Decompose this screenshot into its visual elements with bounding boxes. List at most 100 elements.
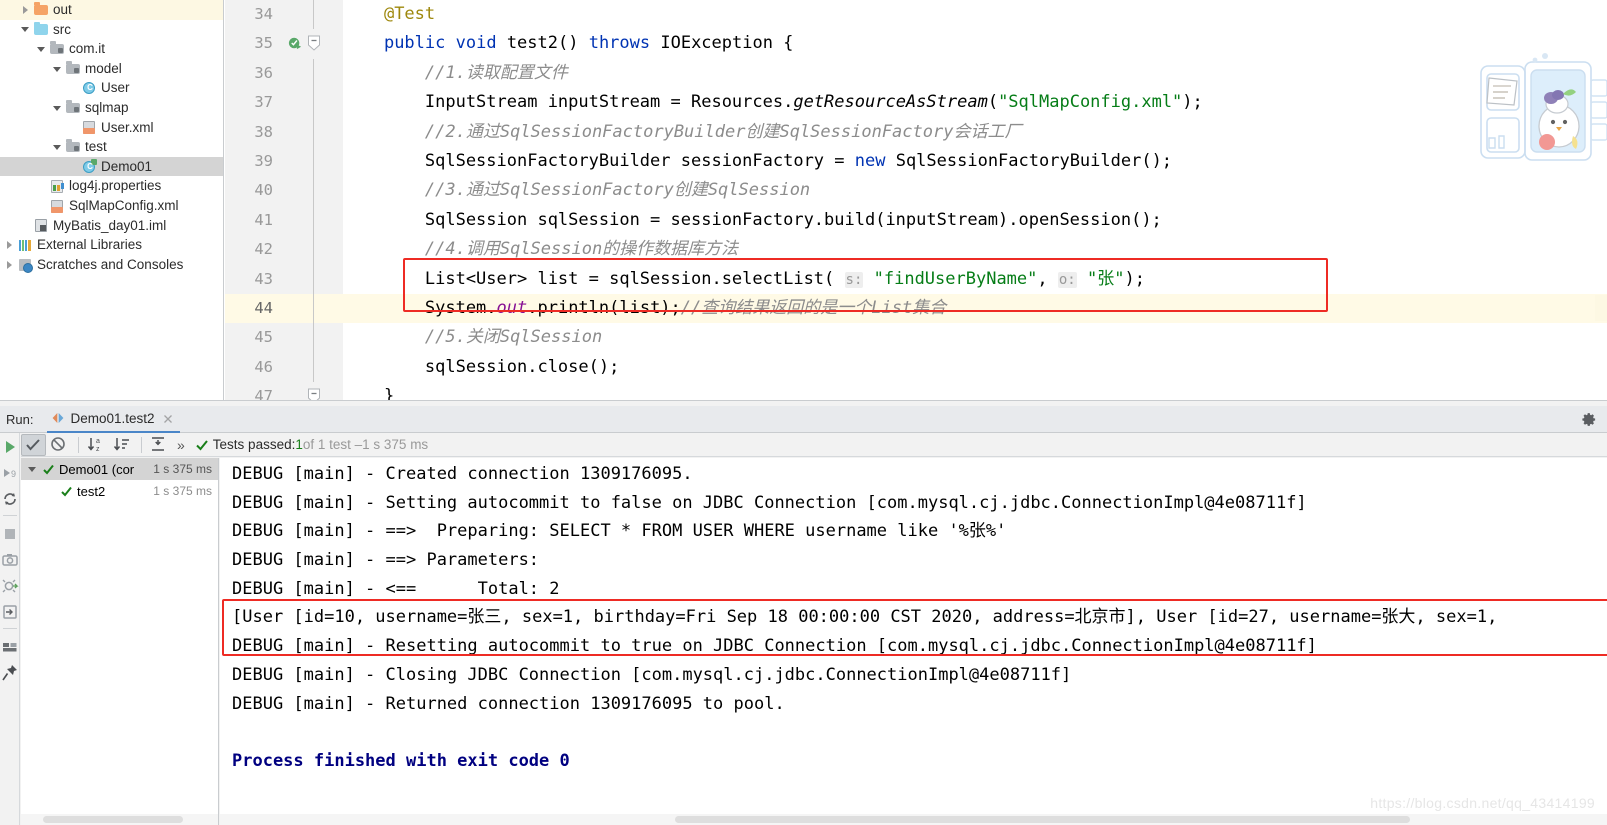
project-tool-window[interactable]: out src com.it model User sqlmap User.xml test D… xyxy=(0,0,224,400)
code-line-35[interactable]: public void test2() throws IOException { xyxy=(343,29,1607,58)
code-line-47[interactable]: } xyxy=(343,382,1607,400)
test-name-label: Demo01 (cor xyxy=(59,461,135,477)
close-icon[interactable] xyxy=(162,412,174,424)
pin-tab-icon[interactable] xyxy=(0,661,20,685)
code-editor[interactable]: 34 35 36 37 38 39 40 41 42 43 44 45 46 47 @Test publi… xyxy=(225,0,1607,400)
test-tree-hscrollbar[interactable] xyxy=(21,814,218,825)
chevron-down-icon[interactable] xyxy=(52,63,63,74)
ide-window: out src com.it model User sqlmap User.xml test D… xyxy=(0,0,1607,825)
editor-scrollbar[interactable] xyxy=(1595,0,1607,400)
code-line-37[interactable]: InputStream inputStream = Resources.getR… xyxy=(343,88,1607,117)
code-line-43[interactable]: List<User> list = sqlSession.selectList(… xyxy=(343,265,1607,294)
csdn-watermark: https://blog.csdn.net/qq_43414199 xyxy=(1370,795,1595,811)
gutter-line-37[interactable]: 37 xyxy=(225,88,343,118)
export-icon[interactable] xyxy=(0,600,20,624)
test-results-tree[interactable]: Demo01 (cor 1 s 375 ms test2 1 s 375 ms xyxy=(21,458,219,825)
project-tree[interactable]: out src com.it model User sqlmap User.xml test D… xyxy=(0,0,223,274)
rerun-automatically-icon[interactable] xyxy=(0,487,20,511)
snapshot-camera-icon[interactable] xyxy=(0,548,20,572)
code-line-44[interactable]: System.out.println(list);//查询结果返回的是一个Lis… xyxy=(343,293,1607,324)
gutter-line-38[interactable]: 38 xyxy=(225,117,343,147)
gutter-line-44[interactable]: 44 xyxy=(225,293,343,324)
project-tree-item-test[interactable]: test xyxy=(0,137,223,157)
chevron-right-icon[interactable] xyxy=(4,239,15,250)
code-fold-marker-icon[interactable] xyxy=(307,35,321,52)
project-tree-item-external-libraries[interactable]: External Libraries xyxy=(0,235,223,255)
chevron-down-icon[interactable] xyxy=(20,24,31,35)
expand-collapse-icon[interactable] xyxy=(147,434,172,456)
tree-item-label: log4j.properties xyxy=(69,178,162,194)
run-test-gutter-icon[interactable] xyxy=(288,36,303,51)
editor-gutter[interactable]: 34 35 36 37 38 39 40 41 42 43 44 45 46 47 xyxy=(225,0,343,400)
console-hscrollbar[interactable] xyxy=(220,814,1607,825)
tree-item-label: Scratches and Consoles xyxy=(37,256,184,272)
gutter-line-34[interactable]: 34 xyxy=(225,0,343,30)
chevron-down-icon[interactable] xyxy=(36,43,47,54)
code-line-34[interactable]: @Test xyxy=(343,0,1607,29)
layout-icon[interactable] xyxy=(0,635,20,659)
project-tree-item-com-it[interactable]: com.it xyxy=(0,39,223,59)
chevron-down-icon[interactable] xyxy=(27,464,38,475)
code-line-45[interactable]: //5.关闭SqlSession xyxy=(343,323,1607,352)
fold-guide-line xyxy=(313,205,314,236)
project-tree-item-demo01[interactable]: Demo01 xyxy=(0,156,223,177)
console-output[interactable]: DEBUG [main] - Created connection 130917… xyxy=(220,458,1607,825)
line-number: 42 xyxy=(254,240,273,259)
project-tree-item-sqlmap[interactable]: sqlmap xyxy=(0,98,223,118)
chevron-right-icon[interactable] xyxy=(20,4,31,15)
editor-current-line-marker xyxy=(1595,295,1607,321)
code-line-36[interactable]: //1.读取配置文件 xyxy=(343,59,1607,88)
run-tab-demo01-test2[interactable]: Demo01.test2 xyxy=(47,405,180,433)
toolbar-more-button[interactable]: » xyxy=(177,437,185,453)
test-runner-toolbar[interactable]: a z » Tests passed: 1 of 1 test – 1 s 37… xyxy=(21,433,1607,457)
gutter-line-41[interactable]: 41 xyxy=(225,205,343,236)
project-tree-item-src[interactable]: src xyxy=(0,20,223,40)
project-tree-item-scratches-and-consoles[interactable]: Scratches and Consoles xyxy=(0,255,223,275)
project-tree-item-out[interactable]: out xyxy=(0,0,223,20)
code-line-46[interactable]: sqlSession.close(); xyxy=(343,353,1607,382)
gutter-line-46[interactable]: 46 xyxy=(225,352,343,383)
test-tree-item-test2[interactable]: test2 1 s 375 ms xyxy=(21,480,218,502)
sort-by-duration-icon[interactable] xyxy=(110,434,135,456)
chevron-down-icon[interactable] xyxy=(52,102,63,113)
chevron-right-icon[interactable] xyxy=(4,259,15,270)
scrollbar-thumb[interactable] xyxy=(43,816,183,823)
svg-text:a: a xyxy=(96,438,100,445)
gutter-line-47[interactable]: 47 xyxy=(225,382,343,400)
project-tree-item-user[interactable]: User xyxy=(0,78,223,98)
gutter-line-45[interactable]: 45 xyxy=(225,323,343,353)
debug-threads-icon[interactable] xyxy=(0,574,20,598)
code-line-39[interactable]: SqlSessionFactoryBuilder sessionFactory … xyxy=(343,147,1607,176)
gutter-line-35[interactable]: 35 xyxy=(225,29,343,58)
code-line-40[interactable]: //3.通过SqlSessionFactory创建SqlSession xyxy=(343,176,1607,205)
hide-ignored-icon[interactable] xyxy=(47,434,72,456)
test-passed-icon xyxy=(42,463,55,476)
test-tree-item-demo01[interactable]: Demo01 (cor 1 s 375 ms xyxy=(21,458,218,480)
gutter-line-40[interactable]: 40 xyxy=(225,176,343,206)
code-text-area[interactable]: @Test public void test2() throws IOExcep… xyxy=(343,0,1607,400)
gutter-line-42[interactable]: 42 xyxy=(225,235,343,265)
code-line-42[interactable]: //4.调用SqlSession的操作数据库方法 xyxy=(343,235,1607,264)
gear-icon[interactable] xyxy=(1582,412,1597,427)
code-line-41[interactable]: SqlSession sqlSession = sessionFactory.b… xyxy=(343,206,1607,235)
sort-alphabetically-icon[interactable]: a z xyxy=(84,434,109,456)
run-side-toolbar[interactable]: 9 xyxy=(0,433,20,825)
code-fold-marker-icon[interactable] xyxy=(307,388,321,400)
chevron-down-icon[interactable] xyxy=(52,141,63,152)
gutter-line-39[interactable]: 39 xyxy=(225,146,343,177)
show-passed-icon[interactable] xyxy=(21,433,46,456)
rerun-failed-icon[interactable]: 9 xyxy=(0,461,20,485)
rerun-icon[interactable] xyxy=(0,435,20,459)
gutter-line-43[interactable]: 43 xyxy=(225,264,343,294)
gutter-line-36[interactable]: 36 xyxy=(225,58,343,89)
project-tree-item-mybatis-day01-iml[interactable]: MyBatis_day01.iml xyxy=(0,216,223,236)
scrollbar-thumb[interactable] xyxy=(675,816,1410,823)
project-tree-item-user-xml[interactable]: User.xml xyxy=(0,118,223,138)
stop-icon[interactable] xyxy=(0,522,20,546)
project-tree-item-model[interactable]: model xyxy=(0,59,223,79)
java-test-class-icon xyxy=(81,158,97,175)
code-line-38[interactable]: //2.通过SqlSessionFactoryBuilder创建SqlSessi… xyxy=(343,118,1607,147)
project-tree-item-log4j-properties[interactable]: log4j.properties xyxy=(0,176,223,196)
project-tree-item-sqlmapconfig-xml[interactable]: SqlMapConfig.xml xyxy=(0,196,223,216)
